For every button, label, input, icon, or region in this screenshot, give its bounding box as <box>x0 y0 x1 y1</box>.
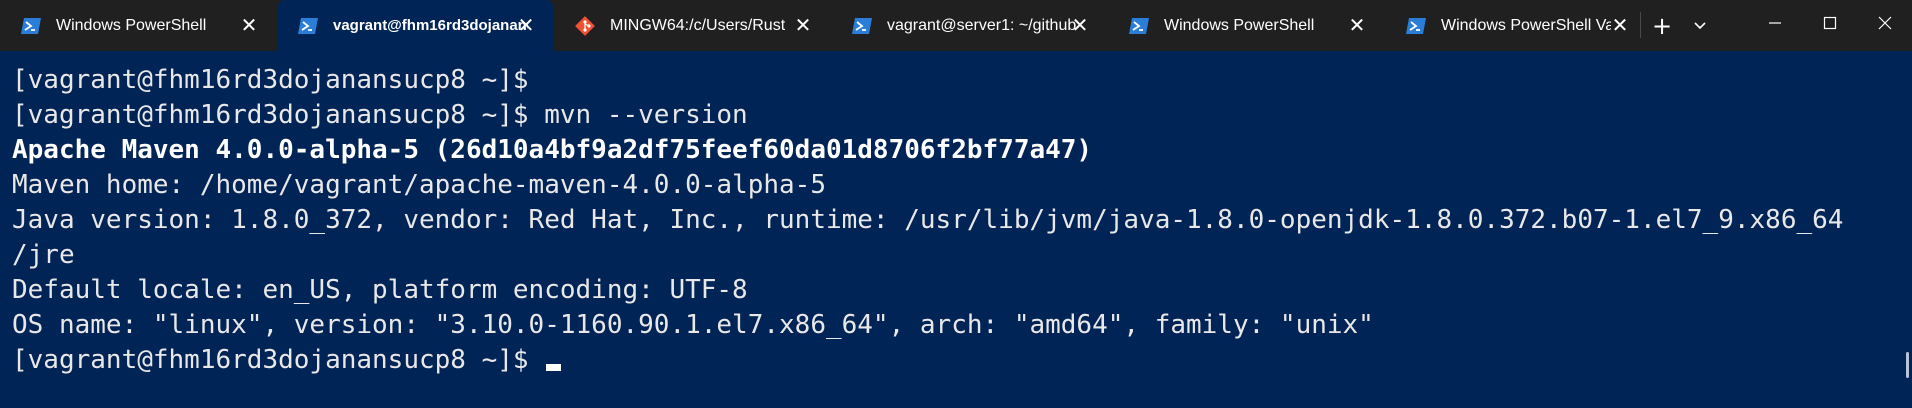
git-icon <box>572 13 598 39</box>
tab-windows-powershell-vagrant[interactable]: Windows PowerShell Vagrant ✕ <box>1385 0 1640 51</box>
terminal-line: OS name: "linux", version: "3.10.0-1160.… <box>12 310 1374 340</box>
tab-vagrant-fhm16[interactable]: vagrant@fhm16rd3dojananso ✕ <box>277 0 554 51</box>
tab-label: vagrant@server1: ~/github <box>887 16 1077 34</box>
close-icon[interactable]: ✕ <box>791 13 815 37</box>
close-window-button[interactable] <box>1857 0 1912 51</box>
terminal-line: [vagrant@fhm16rd3dojanansucp8 ~]$ <box>12 65 529 95</box>
terminal-prompt-line: [vagrant@fhm16rd3dojanansucp8 ~]$ <box>12 343 1912 378</box>
tab-dropdown-button[interactable] <box>1683 0 1717 51</box>
tab-mingw64[interactable]: MINGW64:/c/Users/Rustam ✕ <box>554 0 831 51</box>
tab-windows-powershell-2[interactable]: Windows PowerShell ✕ <box>1108 0 1385 51</box>
terminal-line: Java version: 1.8.0_372, vendor: Red Hat… <box>12 205 1844 235</box>
powershell-icon <box>18 13 44 39</box>
close-icon[interactable]: ✕ <box>1068 13 1092 37</box>
close-icon[interactable]: ✕ <box>1345 13 1369 37</box>
window-controls <box>1747 0 1912 51</box>
terminal-line: Default locale: en_US, platform encoding… <box>12 275 748 305</box>
close-icon <box>1878 16 1892 35</box>
new-tab-button[interactable]: + <box>1641 0 1683 51</box>
chevron-down-icon <box>1693 17 1707 35</box>
powershell-icon <box>1126 13 1152 39</box>
tab-bar: Windows PowerShell ✕ vagrant@fhm16rd3doj… <box>0 0 1912 51</box>
powershell-icon <box>1403 13 1429 39</box>
tab-windows-powershell-1[interactable]: Windows PowerShell ✕ <box>0 0 277 51</box>
terminal-line: [vagrant@fhm16rd3dojanansucp8 ~]$ mvn --… <box>12 100 748 130</box>
tab-label: MINGW64:/c/Users/Rustam <box>610 16 785 34</box>
terminal-line: Apache Maven 4.0.0-alpha-5 (26d10a4bf9a2… <box>12 135 1093 165</box>
maximize-button[interactable] <box>1802 0 1857 51</box>
tab-label: Windows PowerShell <box>56 16 207 34</box>
minimize-icon <box>1768 16 1782 35</box>
tab-label: Windows PowerShell <box>1164 16 1315 34</box>
powershell-icon <box>849 13 875 39</box>
close-icon[interactable]: ✕ <box>237 13 261 37</box>
minimize-button[interactable] <box>1747 0 1802 51</box>
scrollbar-thumb[interactable] <box>1906 352 1909 378</box>
terminal-line: Maven home: /home/vagrant/apache-maven-4… <box>12 170 826 200</box>
text-cursor <box>546 364 562 371</box>
close-icon[interactable]: ✕ <box>1608 13 1632 37</box>
tab-label: vagrant@fhm16rd3dojananso <box>333 17 528 34</box>
close-icon[interactable]: ✕ <box>514 13 538 37</box>
powershell-icon <box>295 13 321 39</box>
terminal-output[interactable]: [vagrant@fhm16rd3dojanansucp8 ~]$ [vagra… <box>0 51 1912 408</box>
tab-vagrant-server1[interactable]: vagrant@server1: ~/github ✕ <box>831 0 1108 51</box>
tab-label: Windows PowerShell Vagrant <box>1441 16 1611 34</box>
terminal-line: /jre <box>12 240 75 270</box>
terminal-prompt: [vagrant@fhm16rd3dojanansucp8 ~]$ <box>12 345 545 375</box>
maximize-icon <box>1823 16 1837 35</box>
